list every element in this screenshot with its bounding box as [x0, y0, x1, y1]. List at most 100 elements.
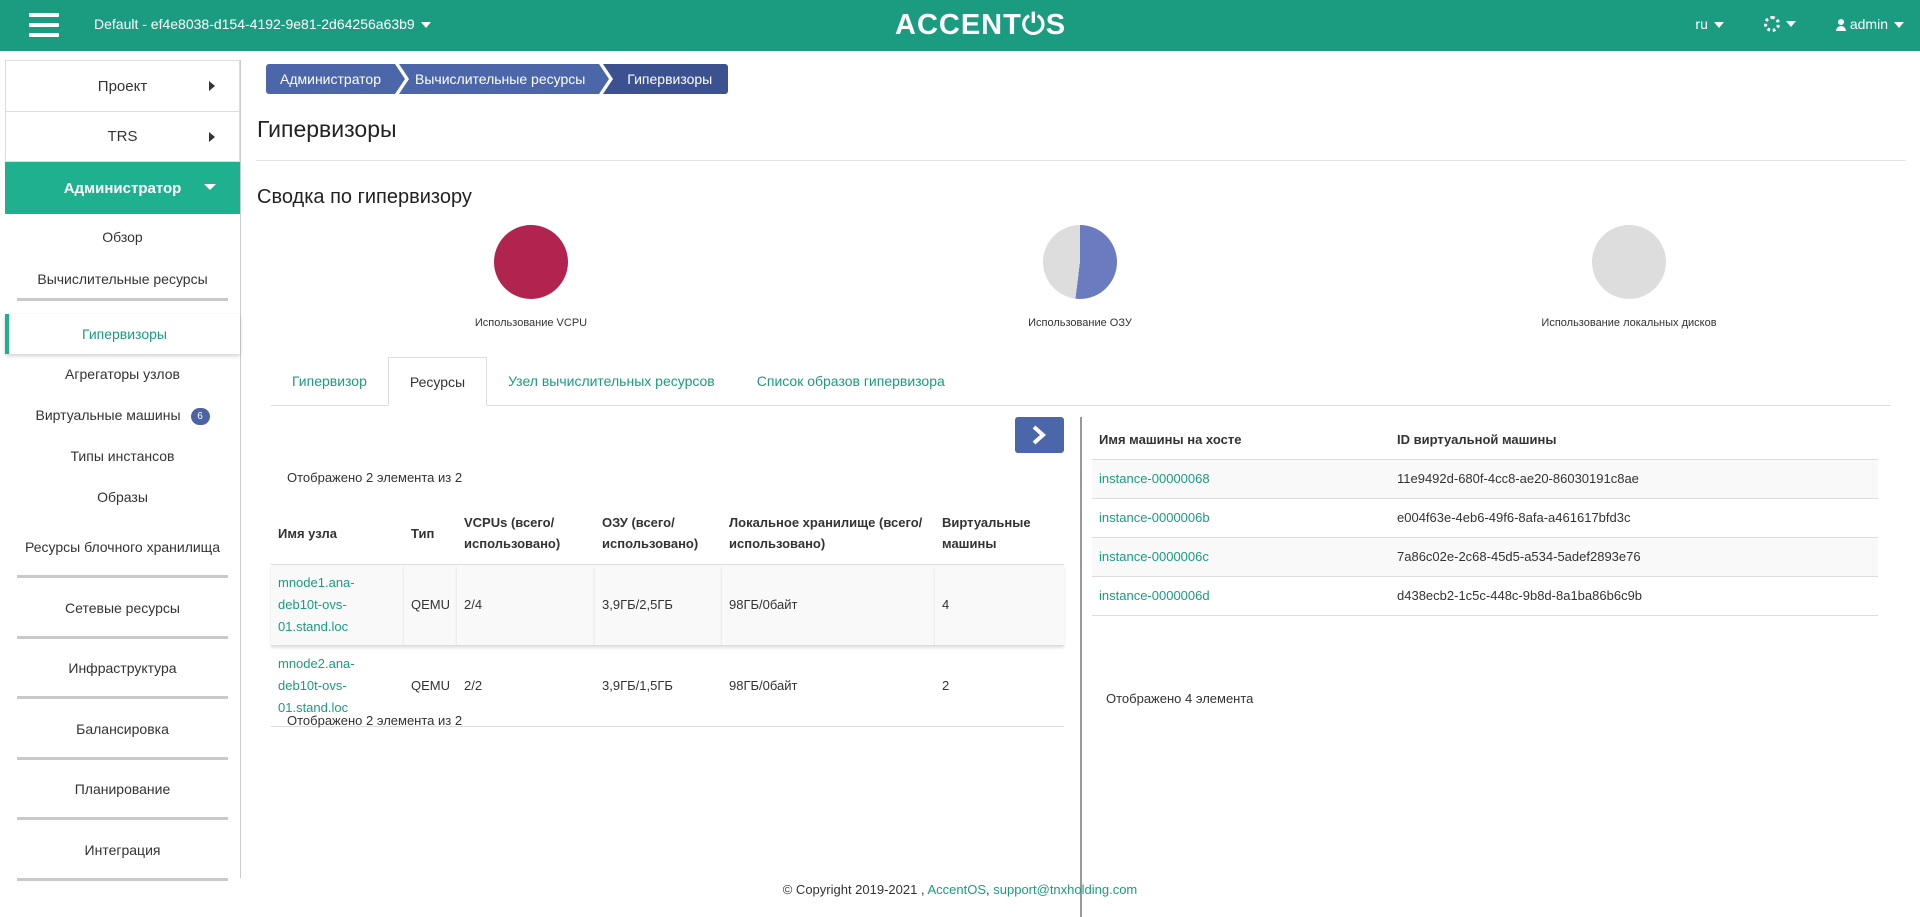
sidebar-item-network[interactable]: Сетевые ресурсы	[17, 578, 228, 639]
host-link[interactable]: mnode1.ana-deb10t-ovs-01.stand.loc	[278, 575, 355, 634]
sidebar-item-compute[interactable]: Вычислительные ресурсы	[17, 261, 228, 301]
chevron-right-icon	[209, 81, 215, 91]
sidebar-item-label: Интеграция	[84, 842, 161, 858]
logo: ACCENT⏻S	[895, 9, 1067, 41]
footer-separator: ,	[986, 882, 990, 897]
tab-resources[interactable]: Ресурсы	[387, 357, 488, 406]
support-email-link[interactable]: support@tnxholding.com	[993, 882, 1137, 897]
col-type[interactable]: Тип	[404, 504, 457, 565]
sidebar-item-label: Инфраструктура	[68, 660, 177, 676]
sidebar: Проект TRS Администратор Обзор Вычислите…	[5, 60, 241, 881]
vcpu-usage-pie	[494, 225, 568, 299]
instance-link[interactable]: instance-0000006c	[1099, 549, 1209, 564]
disk-usage-label: Использование локальных дисков	[1541, 317, 1717, 329]
breadcrumb-hypervisors[interactable]: Гипервизоры	[603, 64, 729, 94]
col-ram[interactable]: ОЗУ (всего/ использовано)	[595, 504, 722, 565]
col-instance-id[interactable]: ID виртуальной машины	[1390, 421, 1878, 460]
sidebar-item-label: Обзор	[102, 229, 143, 245]
table-row: instance-00000068 11e9492d-680f-4cc8-ae20…	[1092, 459, 1878, 499]
instance-link[interactable]: instance-0000006b	[1099, 510, 1210, 525]
table-row: instance-0000006c 7a86c02e-2c68-45d5-a534…	[1092, 537, 1878, 577]
sidebar-item-label: Планирование	[74, 781, 171, 797]
nav-trs[interactable]: TRS	[5, 111, 240, 162]
cell-instance-name: instance-00000068	[1092, 459, 1390, 499]
vcpu-usage-label: Использование VCPU	[474, 317, 588, 329]
left-count-bottom: Отображено 2 элемента из 2	[287, 713, 463, 728]
cell-instance-name: instance-0000006b	[1092, 498, 1390, 538]
sidebar-item-volumes[interactable]: Ресурсы блочного хранилища	[17, 518, 228, 578]
table-header-row: Имя машины на хосте ID виртуальной машин…	[1092, 421, 1878, 460]
footer: © Copyright 2019-2021 , AccentOS, suppor…	[0, 882, 1920, 897]
sidebar-item-label: Сетевые ресурсы	[65, 600, 180, 616]
sidebar-item-aggregates[interactable]: Агрегаторы узлов	[5, 354, 240, 395]
sidebar-item-label: Вычислительные ресурсы	[37, 271, 208, 287]
next-page-button[interactable]	[1015, 417, 1064, 453]
cell-ram: 3,9ГБ/2,5ГБ	[595, 564, 722, 646]
cell-vms: 2	[935, 645, 1064, 727]
host-link[interactable]: mnode2.ana-deb10t-ovs-01.stand.loc	[278, 656, 355, 715]
col-vcpu[interactable]: VCPUs (всего/ использовано)	[457, 504, 595, 565]
col-vms[interactable]: Виртуальные машины	[935, 504, 1064, 565]
user-name: admin	[1849, 15, 1888, 32]
sidebar-item-infrastructure[interactable]: Инфраструктура	[17, 639, 228, 699]
col-instance-name[interactable]: Имя машины на хосте	[1092, 421, 1390, 460]
menu-toggle-icon[interactable]	[29, 13, 59, 37]
sidebar-item-instances[interactable]: Виртуальные машины 6	[5, 395, 240, 436]
panel-divider	[1080, 417, 1082, 917]
settings-menu[interactable]	[1763, 15, 1796, 33]
table-row: instance-0000006d d438ecb2-1c5c-448c-9b8d…	[1092, 576, 1878, 616]
breadcrumb-admin[interactable]: Администратор	[266, 64, 406, 94]
tab-compute-host[interactable]: Узел вычислительных ресурсов	[487, 357, 736, 405]
sidebar-item-planning[interactable]: Планирование	[17, 760, 228, 820]
project-name: Default - ef4e8038-d154-4192-9e81-2d6425…	[94, 16, 415, 32]
disk-usage-pie	[1592, 225, 1666, 299]
cell-storage: 98ГБ/0байт	[722, 645, 935, 727]
cell-type: QEMU	[404, 564, 457, 646]
project-switcher[interactable]: Default - ef4e8038-d154-4192-9e81-2d6425…	[94, 16, 431, 32]
sidebar-item-label: Типы инстансов	[70, 448, 175, 464]
chevron-down-icon	[204, 184, 216, 190]
instance-link[interactable]: instance-00000068	[1099, 471, 1210, 486]
language-switcher[interactable]: ru	[1695, 16, 1724, 32]
page-title: Гипервизоры	[257, 116, 397, 142]
instance-link[interactable]: instance-0000006d	[1099, 588, 1210, 603]
right-count: Отображено 4 элемента	[1106, 691, 1254, 706]
brand-link[interactable]: AccentOS	[927, 882, 986, 897]
tab-hypervisor[interactable]: Гипервизор	[271, 357, 388, 405]
sidebar-item-flavors[interactable]: Типы инстансов	[5, 436, 240, 477]
cell-instance-id: 7a86c02e-2c68-45d5-a534-5adef2893e76	[1390, 537, 1878, 577]
instances-count-badge: 6	[190, 407, 210, 425]
chevron-down-icon	[420, 22, 431, 29]
col-host[interactable]: Имя узла	[271, 504, 404, 565]
nav-project[interactable]: Проект	[5, 60, 240, 111]
gear-icon	[1763, 16, 1780, 33]
sidebar-item-images[interactable]: Образы	[5, 477, 240, 518]
chevron-right-icon	[1032, 425, 1047, 445]
sidebar-item-balancing[interactable]: Балансировка	[17, 699, 228, 760]
nav-admin-label: Администратор	[63, 179, 182, 197]
cell-instance-name: instance-0000006c	[1092, 537, 1390, 577]
sidebar-item-label: Ресурсы блочного хранилища	[25, 539, 220, 555]
user-menu[interactable]: admin	[1835, 15, 1904, 32]
sidebar-item-label: Виртуальные машины	[35, 407, 181, 423]
top-navbar: Default - ef4e8038-d154-4192-9e81-2d6425…	[0, 0, 1920, 51]
breadcrumb-compute[interactable]: Вычислительные ресурсы	[399, 64, 610, 94]
tab-image-list[interactable]: Список образов гипервизора	[736, 357, 966, 405]
sidebar-item-hypervisors[interactable]: Гипервизоры	[5, 314, 240, 354]
chevron-down-icon	[1785, 21, 1796, 28]
cell-vcpu: 2/4	[457, 564, 595, 646]
cell-storage: 98ГБ/0байт	[722, 564, 935, 646]
sidebar-item-integration[interactable]: Интеграция	[17, 820, 228, 881]
cell-instance-id: 11e9492d-680f-4cc8-ae20-86030191c8ae	[1390, 459, 1878, 499]
sidebar-item-overview[interactable]: Обзор	[5, 214, 240, 261]
tab-bar: Гипервизор Ресурсы Узел вычислительных р…	[271, 357, 1891, 406]
breadcrumb: Администратор Вычислительные ресурсы Гип…	[266, 64, 732, 94]
table-row: mnode1.ana-deb10t-ovs-01.stand.loc QEMU …	[271, 564, 1064, 646]
chevron-down-icon	[1894, 21, 1904, 28]
chevron-right-icon	[209, 132, 215, 142]
nav-trs-label: TRS	[107, 128, 138, 145]
left-count-top: Отображено 2 элемента из 2	[287, 470, 463, 485]
col-storage[interactable]: Локальное хранилище (всего/использовано)	[722, 504, 935, 565]
table-header-row: Имя узла Тип VCPUs (всего/ использовано)…	[271, 504, 1064, 565]
nav-admin[interactable]: Администратор	[5, 162, 240, 214]
